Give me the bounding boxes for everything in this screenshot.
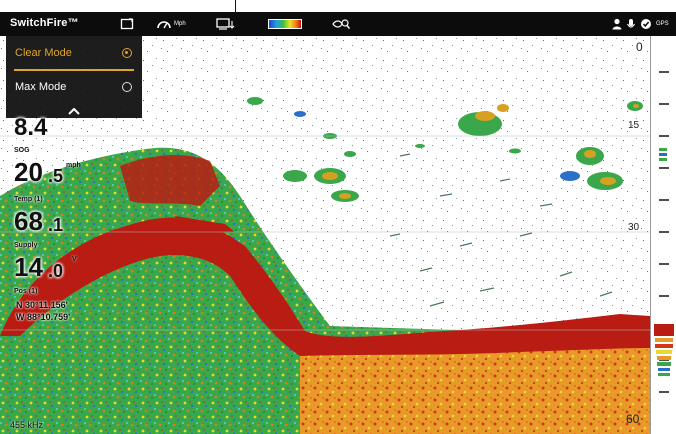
callout-line <box>235 0 236 12</box>
fish-zoom-icon[interactable] <box>332 12 350 36</box>
sonar-status-icon[interactable] <box>626 12 636 36</box>
color-palette-icon[interactable] <box>268 12 302 36</box>
menu-item-clear-mode[interactable]: Clear Mode <box>6 38 142 68</box>
sog-decimal: .5 <box>48 166 64 186</box>
speed-readout: Mph <box>174 21 186 27</box>
radio-unselected-icon[interactable] <box>122 82 132 92</box>
depth-scale-bottom: 60 <box>626 412 640 426</box>
chevron-up-icon <box>68 107 80 115</box>
fishfinder-screen: SwitchFire™ Mph GPS 0 15 30 60 Clear Mod… <box>0 0 676 434</box>
gps-status-icon[interactable] <box>640 12 652 36</box>
depth-value: 8.4 <box>14 114 48 141</box>
brand-title: SwitchFire™ <box>10 17 79 29</box>
user-icon[interactable] <box>612 12 622 36</box>
sog-label: SOG <box>14 147 30 154</box>
supply-label: Supply <box>14 242 38 249</box>
temp-value: 68 <box>14 206 43 236</box>
menu-item-label: Clear Mode <box>15 47 72 59</box>
position-longitude: W 88°10.759' <box>16 312 71 322</box>
sonar-mode-menu: Clear Mode Max Mode <box>6 36 142 118</box>
temp-label: Temp (1) <box>14 196 43 203</box>
position-latitude: N 30°11.156' <box>16 300 68 310</box>
depth-scale-top: 0 <box>636 40 643 54</box>
menu-item-max-mode[interactable]: Max Mode <box>6 72 142 102</box>
supply-unit: V <box>72 256 77 263</box>
frequency-label: 455 kHz <box>10 420 44 430</box>
sonar-view-icon[interactable] <box>216 12 238 36</box>
sog-unit: mph <box>66 162 81 169</box>
radio-selected-icon[interactable] <box>122 48 132 58</box>
sog-value: 20 <box>14 157 43 187</box>
temp-decimal: .1 <box>48 215 64 235</box>
speedometer-icon[interactable]: Mph <box>156 12 186 36</box>
position-label: Pos (1) <box>14 288 38 295</box>
depth-scale-mark-15: 15 <box>628 120 640 131</box>
menu-item-label: Max Mode <box>15 81 67 93</box>
depth-scale-mark-30: 30 <box>628 222 640 233</box>
supply-decimal: .0 <box>48 261 64 281</box>
gps-label: GPS <box>656 21 669 27</box>
top-status-bar: SwitchFire™ Mph GPS <box>0 12 676 36</box>
menu-icon[interactable] <box>120 12 134 36</box>
depth-scale <box>650 36 676 434</box>
menu-divider <box>14 69 134 71</box>
supply-value: 14 <box>14 252 43 282</box>
